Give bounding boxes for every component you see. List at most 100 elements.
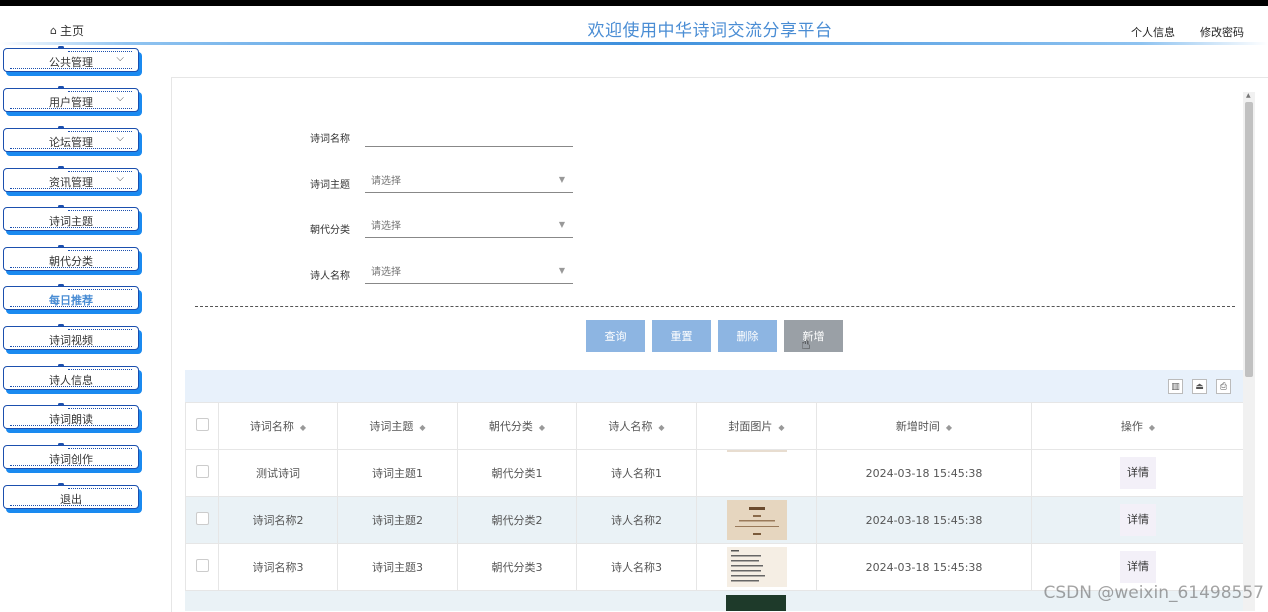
table-row: 测试诗词 诗词主题1 朝代分类1 诗人名称1 2024-03-18 15:45:… <box>185 449 1245 497</box>
created-time-cell: 2024-03-18 15:45:38 <box>816 496 1032 544</box>
delete-button[interactable]: 删除 <box>718 320 777 352</box>
detail-button[interactable]: 详情 <box>1120 551 1156 583</box>
poem-name-input[interactable] <box>365 124 573 146</box>
caret-down-icon: ▼ <box>558 175 565 184</box>
menu-dot <box>58 126 64 129</box>
sidebar-item-dynasty[interactable]: 朝代分类 <box>3 245 139 271</box>
sort-icon: ◆ <box>538 423 546 432</box>
action-cell: 详情 <box>1031 449 1245 497</box>
column-header[interactable]: 诗人名称 ◆ <box>576 402 697 450</box>
sort-icon: ◆ <box>1148 423 1156 432</box>
scrollbar-thumb[interactable] <box>1245 102 1253 377</box>
menu-dash <box>68 488 132 489</box>
column-header[interactable]: 朝代分类 ◆ <box>457 402 577 450</box>
dynasty-input[interactable] <box>365 215 573 237</box>
menu-dash <box>68 369 132 370</box>
menu-dot <box>58 324 64 327</box>
dynasty-cell: 朝代分类2 <box>457 496 577 544</box>
sidebar-item-poem-reading[interactable]: 诗词朗读 <box>3 403 139 429</box>
menu-dot <box>58 403 64 406</box>
row-checkbox[interactable] <box>195 559 209 572</box>
sidebar-item-users[interactable]: 用户管理 ⌵ <box>3 86 139 112</box>
export-icon[interactable]: ⏏ <box>1192 379 1207 394</box>
row-checkbox[interactable] <box>195 465 209 478</box>
sidebar-item-poet-info[interactable]: 诗人信息 <box>3 364 139 390</box>
column-header-label: 朝代分类 <box>488 420 533 433</box>
menu-dash <box>68 329 132 330</box>
column-header-label: 诗词主题 <box>369 420 414 433</box>
column-header-label: 操作 <box>1120 420 1143 433</box>
sidebar-item-poem-video[interactable]: 诗词视频 <box>3 324 139 350</box>
column-header-label: 诗词名称 <box>249 420 294 433</box>
sidebar-item-label: 用户管理 <box>49 96 93 109</box>
menu-dash <box>68 171 132 172</box>
poet-label: 诗人名称 <box>310 271 350 282</box>
table-row: 诗词名称2 诗词主题2 朝代分类2 诗人名称2 2024-03-18 15:45… <box>185 496 1245 544</box>
sidebar-item-label: 诗词朗读 <box>49 413 93 426</box>
sidebar-item-label: 公共管理 <box>49 56 93 69</box>
cover-image <box>726 500 787 540</box>
column-header[interactable]: 封面图片 ◆ <box>696 402 817 450</box>
change-password-link[interactable]: 修改密码 <box>1200 24 1244 40</box>
chevron-down-icon: ⌵ <box>116 173 124 184</box>
scroll-up-icon[interactable]: ▲ <box>1246 92 1251 99</box>
caret-down-icon: ▼ <box>558 220 565 229</box>
created-time-cell: 2024-03-18 15:45:38 <box>816 449 1032 497</box>
caret-down-icon: ▼ <box>558 266 565 275</box>
detail-button[interactable]: 详情 <box>1120 504 1156 536</box>
sidebar-item-label: 诗人信息 <box>49 374 93 387</box>
poet-cell: 诗人名称1 <box>576 449 697 497</box>
sidebar-item-forum[interactable]: 论坛管理 ⌵ <box>3 126 139 152</box>
query-button[interactable]: 查询 <box>586 320 645 352</box>
poet-input[interactable] <box>365 261 573 283</box>
profile-link[interactable]: 个人信息 <box>1131 24 1175 40</box>
menu-dash <box>68 91 132 92</box>
row-select-cell <box>185 543 219 591</box>
column-header-label: 新增时间 <box>895 420 940 433</box>
poet-select[interactable]: ▼ <box>365 261 573 284</box>
poem-name-label: 诗词名称 <box>310 134 350 145</box>
sidebar-item-label: 诗词主题 <box>49 215 93 228</box>
column-header[interactable]: 操作 ◆ <box>1031 402 1245 450</box>
detail-button[interactable]: 详情 <box>1120 457 1156 489</box>
print-icon[interactable]: ⎙ <box>1216 379 1231 394</box>
sidebar-item-label: 每日推荐 <box>49 294 93 307</box>
sidebar-item-label: 诗词创作 <box>49 453 93 466</box>
poem-name-cell: 测试诗词 <box>218 449 338 497</box>
poem-theme-input[interactable] <box>365 170 573 192</box>
poem-theme-select[interactable]: ▼ <box>365 170 573 193</box>
sidebar-item-poem-creation[interactable]: 诗词创作 <box>3 443 139 469</box>
sidebar: 公共管理 ⌵ 用户管理 ⌵ 论坛管理 ⌵ 资讯管理 ⌵ 诗词主题 朝代分类 每日… <box>0 44 160 611</box>
home-icon: ⌂ <box>50 23 57 37</box>
sidebar-item-poem-theme[interactable]: 诗词主题 <box>3 205 139 231</box>
sort-icon: ◆ <box>658 423 665 432</box>
sidebar-item-public[interactable]: 公共管理 ⌵ <box>3 46 139 72</box>
row-select-cell <box>185 449 219 497</box>
row-checkbox[interactable] <box>195 512 209 525</box>
poem-name-cell: 诗词名称3 <box>218 543 338 591</box>
column-header[interactable]: 新增时间 ◆ <box>816 402 1032 450</box>
sidebar-item-logout[interactable]: 退出 <box>3 483 139 509</box>
menu-dot <box>58 86 64 89</box>
cover-image <box>726 595 786 611</box>
cover-cell <box>696 496 817 544</box>
columns-icon[interactable]: ▥ <box>1168 379 1183 394</box>
cover-image <box>726 450 787 452</box>
menu-dot <box>58 166 64 169</box>
sidebar-item-daily-recommend[interactable]: 每日推荐 <box>3 284 139 310</box>
column-header[interactable]: 诗词名称 ◆ <box>218 402 338 450</box>
select-all-checkbox[interactable] <box>195 418 209 431</box>
sidebar-item-news[interactable]: 资讯管理 ⌵ <box>3 166 139 192</box>
select-all-cell <box>185 402 219 450</box>
menu-dash <box>68 131 132 132</box>
menu-dot <box>58 46 64 49</box>
home-tab[interactable]: ⌂ 主页 <box>40 17 132 43</box>
watermark: CSDN @weixin_61498557 <box>1043 583 1264 603</box>
add-button[interactable]: 新增 <box>784 320 843 352</box>
vertical-scrollbar[interactable]: ▲ <box>1243 92 1255 611</box>
dynasty-select[interactable]: ▼ <box>365 215 573 238</box>
column-header[interactable]: 诗词主题 ◆ <box>337 402 458 450</box>
reset-button[interactable]: 重置 <box>652 320 711 352</box>
poet-cell: 诗人名称2 <box>576 496 697 544</box>
menu-dot <box>58 483 64 486</box>
